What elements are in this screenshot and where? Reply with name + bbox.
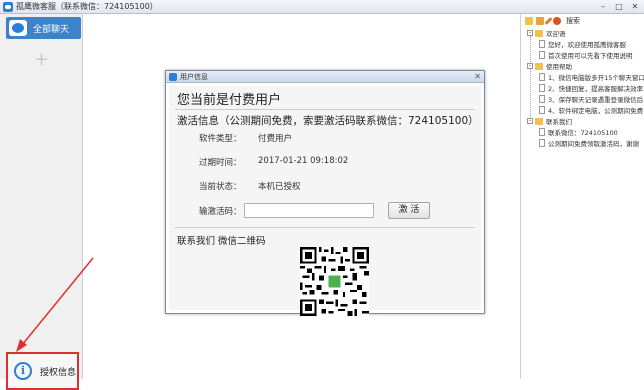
folder-icon xyxy=(535,117,543,125)
document-icon xyxy=(539,73,545,81)
tree-item[interactable]: 1、微信电脑版多开15个聊天窗口 xyxy=(539,72,644,82)
copy-icon[interactable] xyxy=(536,17,544,25)
document-icon xyxy=(539,139,545,147)
tree-item-label: 3、保存聊天记录遇重登录微信后 xyxy=(548,96,644,104)
tree-item[interactable]: 4、软件绑定电脑，公测期间免费 xyxy=(539,105,644,115)
search-button[interactable]: 搜索 xyxy=(566,16,580,26)
collapse-icon[interactable]: - xyxy=(527,30,533,36)
document-icon xyxy=(539,106,545,114)
activate-button[interactable]: 激 活 xyxy=(388,202,430,219)
quick-reply-panel: 搜索 - 欢迎语 您好，欢迎使用孤鹰微客服 首次使用可以先看下使用说明 - 使用… xyxy=(520,14,644,379)
dialog-body: 您当前是付费用户 激活信息（公测期间免费，索要激活码联系微信：724105100… xyxy=(169,86,481,316)
current-status-label: 当前状态： xyxy=(199,182,242,192)
dialog-heading: 您当前是付费用户 xyxy=(177,93,282,108)
document-icon xyxy=(539,95,545,103)
activation-code-label: 输激活码： xyxy=(199,207,242,217)
collapse-icon[interactable]: - xyxy=(527,63,533,69)
user-info-dialog: 用户信息 ✕ 您当前是付费用户 激活信息（公测期间免费，索要激活码联系微信：72… xyxy=(165,70,485,316)
software-type-label: 软件类型： xyxy=(199,134,242,144)
activation-info-text: 激活信息（公测期间免费，索要激活码联系微信：724105100） xyxy=(177,115,479,127)
tree-category-label: 欢迎语 xyxy=(546,30,566,38)
tree-category[interactable]: - 联系我们 xyxy=(527,116,572,126)
divider xyxy=(175,109,475,110)
dialog-title-bar: 用户信息 ✕ xyxy=(166,71,484,83)
contact-label: 联系我们 微信二维码 xyxy=(177,236,266,247)
expiry-time-value: 2017-01-21 09:18:02 xyxy=(258,156,349,166)
expiry-time-label: 过期时间： xyxy=(199,158,242,168)
delete-icon[interactable] xyxy=(553,17,561,25)
folder-add-icon[interactable] xyxy=(525,17,533,25)
panel-toolbar: 搜索 xyxy=(525,16,580,26)
document-icon xyxy=(539,128,545,136)
activation-code-input[interactable] xyxy=(244,203,374,218)
document-icon xyxy=(539,51,545,59)
dialog-app-icon xyxy=(169,72,177,81)
tree-item[interactable]: 3、保存聊天记录遇重登录微信后 xyxy=(539,94,644,104)
tree-item[interactable]: 2、快捷回复，提高客服解决效率 xyxy=(539,83,644,93)
tree-category[interactable]: - 使用帮助 xyxy=(527,61,572,71)
tree-category-label: 使用帮助 xyxy=(546,63,572,71)
tree-item[interactable]: 联系微信：724105100 xyxy=(539,127,644,137)
document-icon xyxy=(539,40,545,48)
divider xyxy=(175,227,475,228)
software-type-value: 付费用户 xyxy=(258,134,293,144)
tree-item[interactable]: 首次使用可以先看下使用说明 xyxy=(539,50,644,60)
tree-item-label: 公测期间免费领取激活码，谢谢 xyxy=(548,140,639,148)
tree-line xyxy=(530,36,531,122)
tree-item-label: 1、微信电脑版多开15个聊天窗口 xyxy=(548,74,644,82)
tree-item-label: 您好，欢迎使用孤鹰微客服 xyxy=(548,41,626,49)
tree-item[interactable]: 您好，欢迎使用孤鹰微客服 xyxy=(539,39,644,49)
tree-item[interactable]: 公测期间免费领取激活码，谢谢 xyxy=(539,138,644,148)
dialog-title: 用户信息 xyxy=(180,72,208,81)
tree-category-label: 联系我们 xyxy=(546,118,572,126)
collapse-icon[interactable]: - xyxy=(527,118,533,124)
tree-item-label: 首次使用可以先看下使用说明 xyxy=(548,52,633,60)
folder-icon xyxy=(535,62,543,70)
current-status-value: 本机已授权 xyxy=(258,182,301,192)
edit-icon[interactable] xyxy=(544,17,553,25)
tree-item-label: 4、软件绑定电脑，公测期间免费 xyxy=(548,107,644,115)
document-icon xyxy=(539,84,545,92)
tree-item-label: 2、快捷回复，提高客服解决效率 xyxy=(548,85,644,93)
folder-icon xyxy=(535,29,543,37)
tree-item-label: 联系微信：724105100 xyxy=(548,129,618,137)
tree-category[interactable]: - 欢迎语 xyxy=(527,28,566,38)
dialog-close-button[interactable]: ✕ xyxy=(474,71,481,83)
wechat-qr-code xyxy=(300,247,369,316)
